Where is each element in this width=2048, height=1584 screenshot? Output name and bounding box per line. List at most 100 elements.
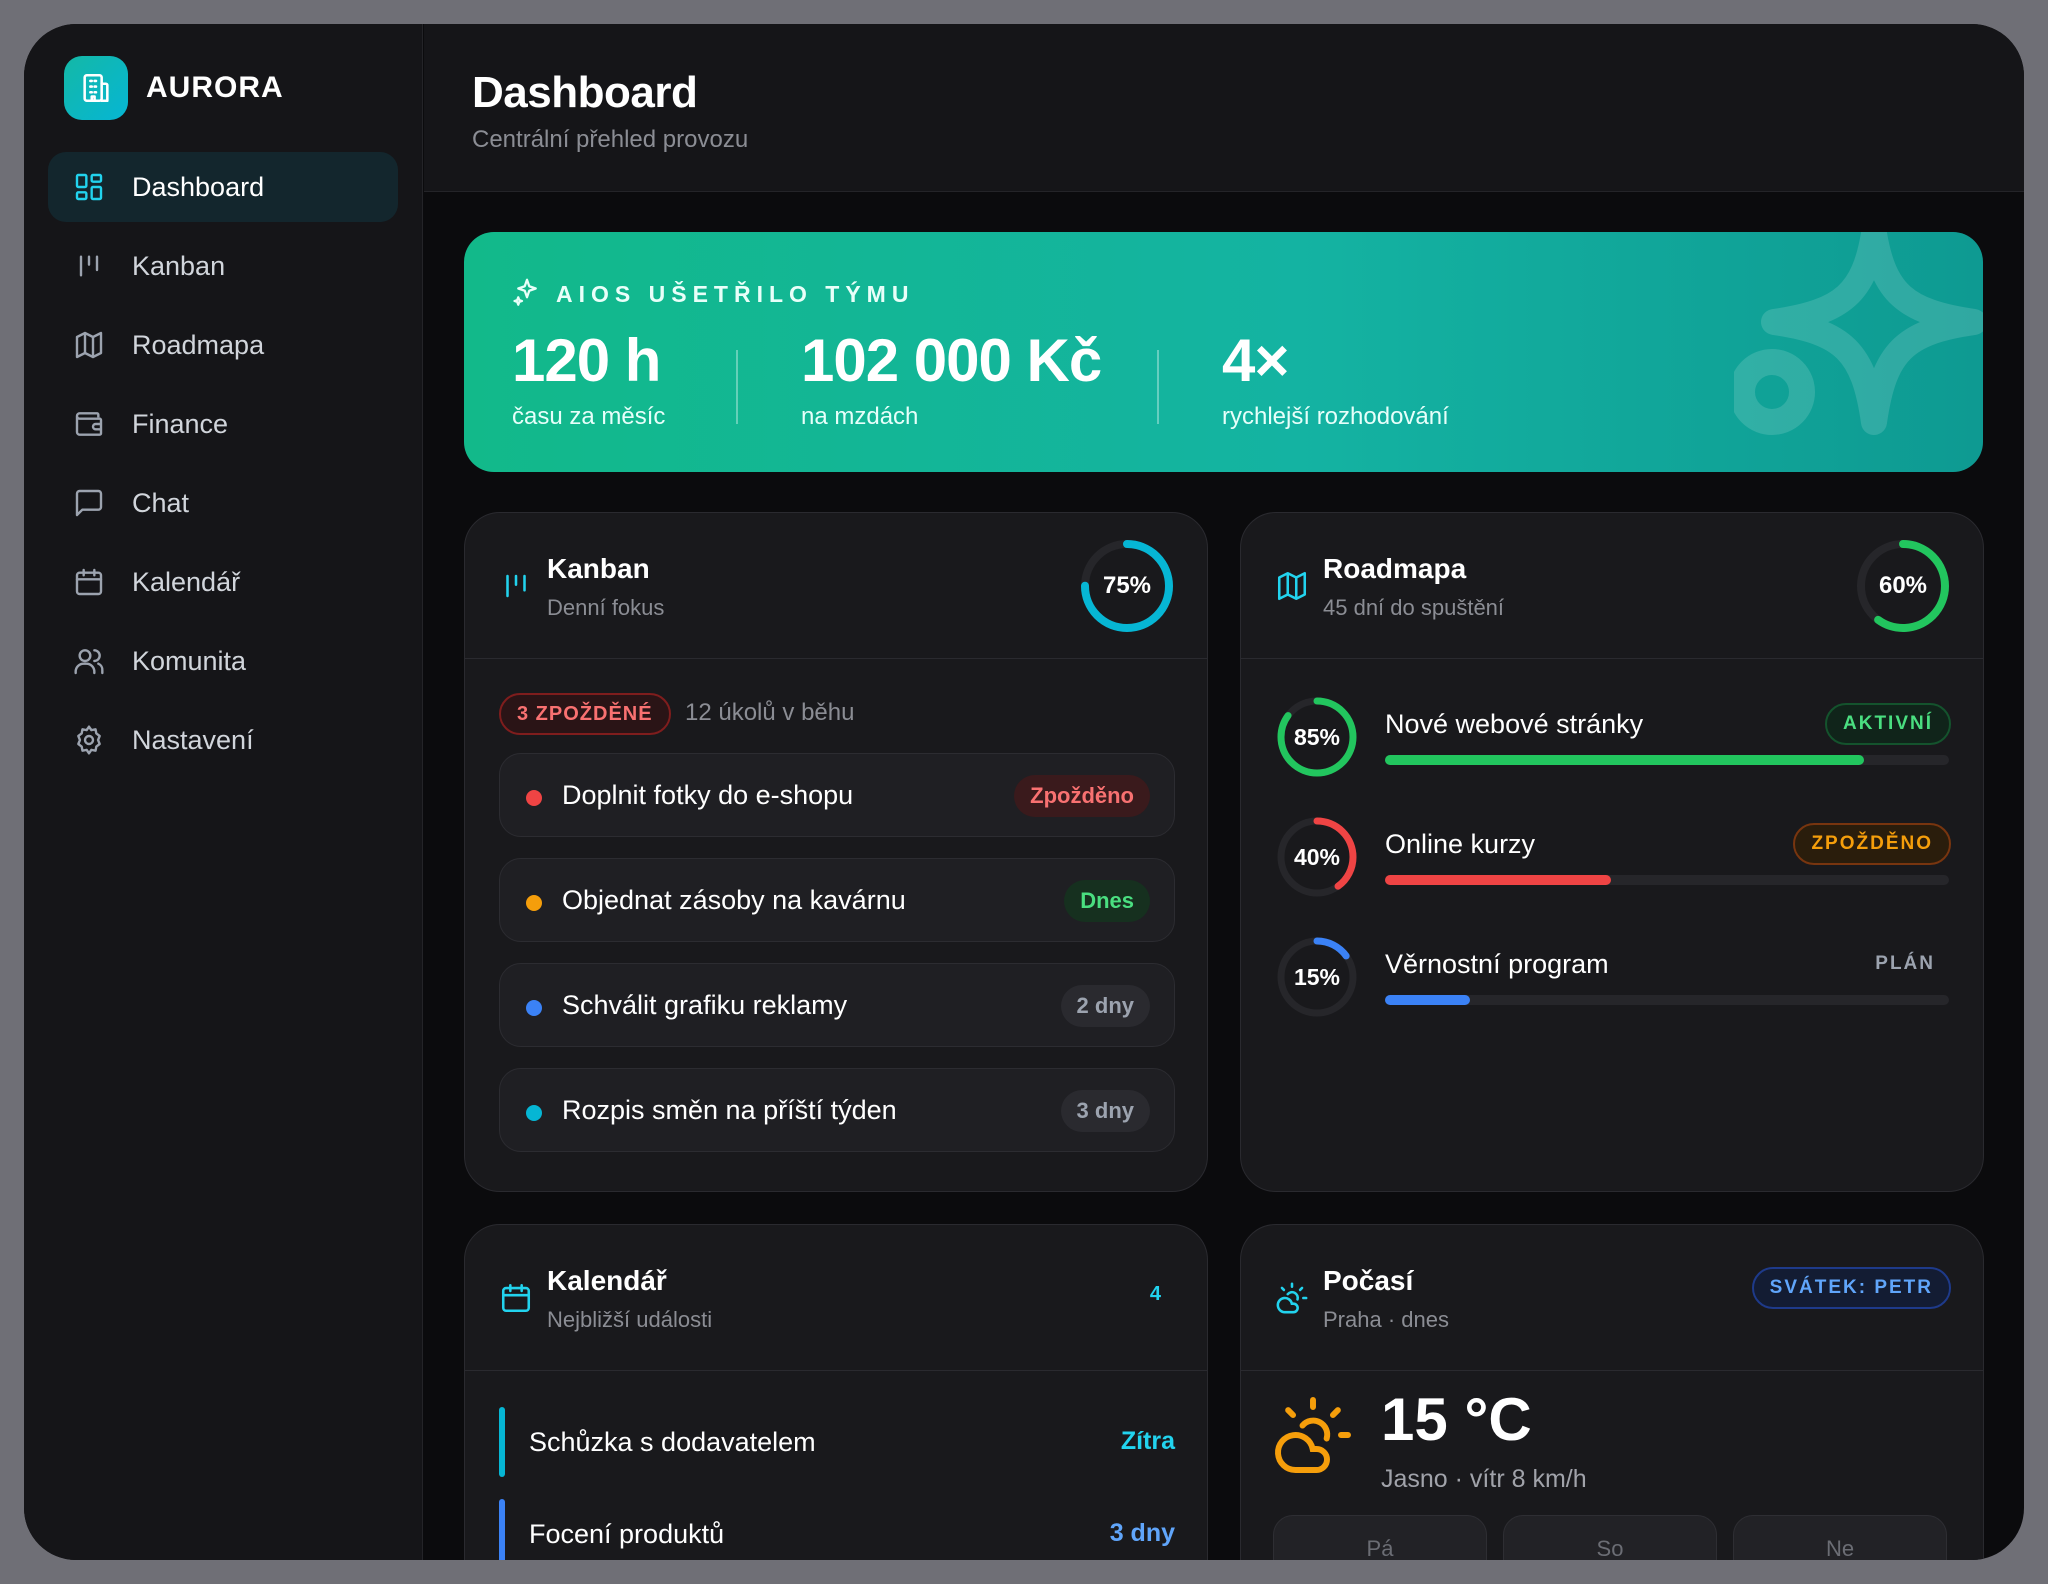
- sidebar-item-label: Komunita: [132, 645, 247, 676]
- sun-cloud-icon: [1275, 1281, 1309, 1315]
- roadmap-project[interactable]: 15% Věrnostní program PLÁN: [1275, 935, 1951, 1035]
- event-name: Schůzka s dodavatelem: [529, 1427, 816, 1457]
- task-name: Schválit grafiku reklamy: [562, 990, 848, 1020]
- banner-heading: AIOS UŠETŘILO TÝMU: [512, 276, 914, 312]
- card-header: Kalendář Nejbližší události 4: [465, 1225, 1207, 1371]
- card-subtitle: Denní fokus: [547, 595, 665, 620]
- task-badge: 3 dny: [1060, 1090, 1150, 1132]
- stat-value: 102 000 Kč: [801, 327, 1102, 394]
- task-item[interactable]: Doplnit fotky do e-shopu Zpožděno: [499, 753, 1175, 837]
- sidebar-item-label: Roadmapa: [132, 329, 265, 360]
- project-name: Nové webové stránky: [1385, 709, 1644, 739]
- roadmap-project[interactable]: 85% Nové webové stránky AKTIVNÍ: [1275, 695, 1951, 795]
- progress-label: 60%: [1878, 572, 1928, 599]
- sidebar-item-label: Nastavení: [132, 724, 254, 755]
- progress-bar: [1385, 755, 1949, 765]
- sidebar-item-label: Kalendář: [132, 566, 241, 597]
- task-item[interactable]: Rozpis směn na příští týden 3 dny: [499, 1068, 1175, 1152]
- divider: [736, 350, 738, 424]
- brand[interactable]: AURORA: [64, 56, 284, 120]
- kanban-card[interactable]: Kanban Denní fokus 75% 3 ZPOŽDĚNÉ 12 úko…: [464, 512, 1208, 1192]
- task-item[interactable]: Schválit grafiku reklamy 2 dny: [499, 963, 1175, 1047]
- sidebar-item-kanban[interactable]: Kanban: [48, 231, 398, 301]
- temperature: 15 °C: [1381, 1386, 1532, 1453]
- forecast-day[interactable]: Pá: [1273, 1515, 1487, 1560]
- page-header: Dashboard Centrální přehled provozu: [424, 24, 2024, 192]
- card-header: Počasí Praha · dnes SVÁTEK: PETR: [1241, 1225, 1983, 1371]
- holiday-badge: SVÁTEK: PETR: [1751, 1267, 1951, 1309]
- card-header: Kanban Denní fokus 75%: [465, 513, 1207, 659]
- page-title: Dashboard: [472, 68, 698, 117]
- sidebar-item-dashboard[interactable]: Dashboard: [48, 152, 398, 222]
- project-percent: 40%: [1293, 843, 1341, 870]
- sidebar-item-finance[interactable]: Finance: [48, 389, 398, 459]
- sun-cloud-icon: [1271, 1393, 1355, 1482]
- stat-label: rychlejší rozhodování: [1222, 403, 1449, 430]
- delayed-badge[interactable]: 3 ZPOŽDĚNÉ: [499, 693, 671, 735]
- task-item[interactable]: Objednat zásoby na kavárnu Dnes: [499, 858, 1175, 942]
- event-color-bar: [499, 1407, 505, 1477]
- sidebar-item-label: Finance: [132, 408, 229, 439]
- task-name: Objednat zásoby na kavárnu: [562, 885, 906, 915]
- kanban-icon: [499, 569, 533, 603]
- task-badge: 2 dny: [1060, 985, 1150, 1027]
- calendar-icon: [499, 1281, 533, 1315]
- project-name: Online kurzy: [1385, 829, 1536, 859]
- sidebar-item-kalendar[interactable]: Kalendář: [48, 547, 398, 617]
- gear-icon: [72, 723, 106, 757]
- sidebar-item-nastaveni[interactable]: Nastavení: [48, 705, 398, 775]
- sidebar-item-chat[interactable]: Chat: [48, 468, 398, 538]
- forecast-day[interactable]: Ne: [1733, 1515, 1947, 1560]
- event-when: 3 dny: [1109, 1519, 1175, 1547]
- status-dot: [526, 895, 542, 911]
- sidebar-item-komunita[interactable]: Komunita: [48, 626, 398, 696]
- event-when: Zítra: [1120, 1427, 1175, 1455]
- stat-value: 120 h: [512, 327, 661, 394]
- roadmap-card[interactable]: Roadmapa 45 dní do spuštění 60% 85% Nové…: [1240, 512, 1984, 1192]
- card-title: Roadmapa: [1323, 553, 1467, 584]
- stat-wages: 102 000 Kč na mzdách: [801, 326, 1102, 431]
- weather-card[interactable]: Počasí Praha · dnes SVÁTEK: PETR 15 °C J…: [1240, 1224, 1984, 1560]
- project-percent: 15%: [1293, 963, 1341, 990]
- card-subtitle: Nejbližší události: [547, 1307, 713, 1332]
- chat-icon: [72, 486, 106, 520]
- card-title: Kanban: [547, 553, 650, 584]
- map-icon: [72, 328, 106, 362]
- calendar-icon: [72, 565, 106, 599]
- progress-bar: [1385, 875, 1949, 885]
- event-item[interactable]: Schůzka s dodavatelem Zítra: [499, 1407, 1175, 1477]
- sparkle-decoration-icon: [1734, 232, 1983, 435]
- map-icon: [1275, 569, 1309, 603]
- event-color-bar: [499, 1499, 505, 1560]
- sidebar-item-label: Kanban: [132, 250, 226, 281]
- status-badge: ZPOŽDĚNO: [1793, 823, 1951, 865]
- task-name: Doplnit fotky do e-shopu: [562, 780, 854, 810]
- roadmap-project[interactable]: 40% Online kurzy ZPOŽDĚNO: [1275, 815, 1951, 915]
- page-subtitle: Centrální přehled provozu: [472, 126, 749, 153]
- status-dot: [526, 1105, 542, 1121]
- calendar-card[interactable]: Kalendář Nejbližší události 4 Schůzka s …: [464, 1224, 1208, 1560]
- task-badge: Zpožděno: [1014, 775, 1150, 817]
- stat-time: 120 h času za měsíc: [512, 326, 665, 431]
- kanban-icon: [72, 249, 106, 283]
- dashboard-icon: [72, 170, 106, 204]
- progress-bar: [1385, 995, 1949, 1005]
- building-icon: [64, 56, 128, 120]
- card-subtitle: Praha · dnes: [1323, 1307, 1449, 1332]
- progress-ring: 60%: [1855, 538, 1951, 634]
- event-item[interactable]: Focení produktů 3 dny: [499, 1499, 1175, 1560]
- progress-label: 75%: [1102, 572, 1152, 599]
- card-title: Kalendář: [547, 1265, 667, 1296]
- project-ring: 40%: [1275, 815, 1359, 899]
- main-content: Dashboard Centrální přehled provozu AIOS…: [424, 24, 2024, 1560]
- project-ring: 85%: [1275, 695, 1359, 779]
- sparkles-icon: [512, 276, 542, 312]
- sidebar-item-label: Dashboard: [132, 171, 265, 202]
- wallet-icon: [72, 407, 106, 441]
- event-name: Focení produktů: [529, 1519, 725, 1549]
- sidebar-item-roadmapa[interactable]: Roadmapa: [48, 310, 398, 380]
- project-percent: 85%: [1293, 723, 1341, 750]
- tasks-count: 12 úkolů v běhu: [685, 699, 855, 726]
- sidebar-item-label: Chat: [132, 487, 190, 518]
- forecast-day[interactable]: So: [1503, 1515, 1717, 1560]
